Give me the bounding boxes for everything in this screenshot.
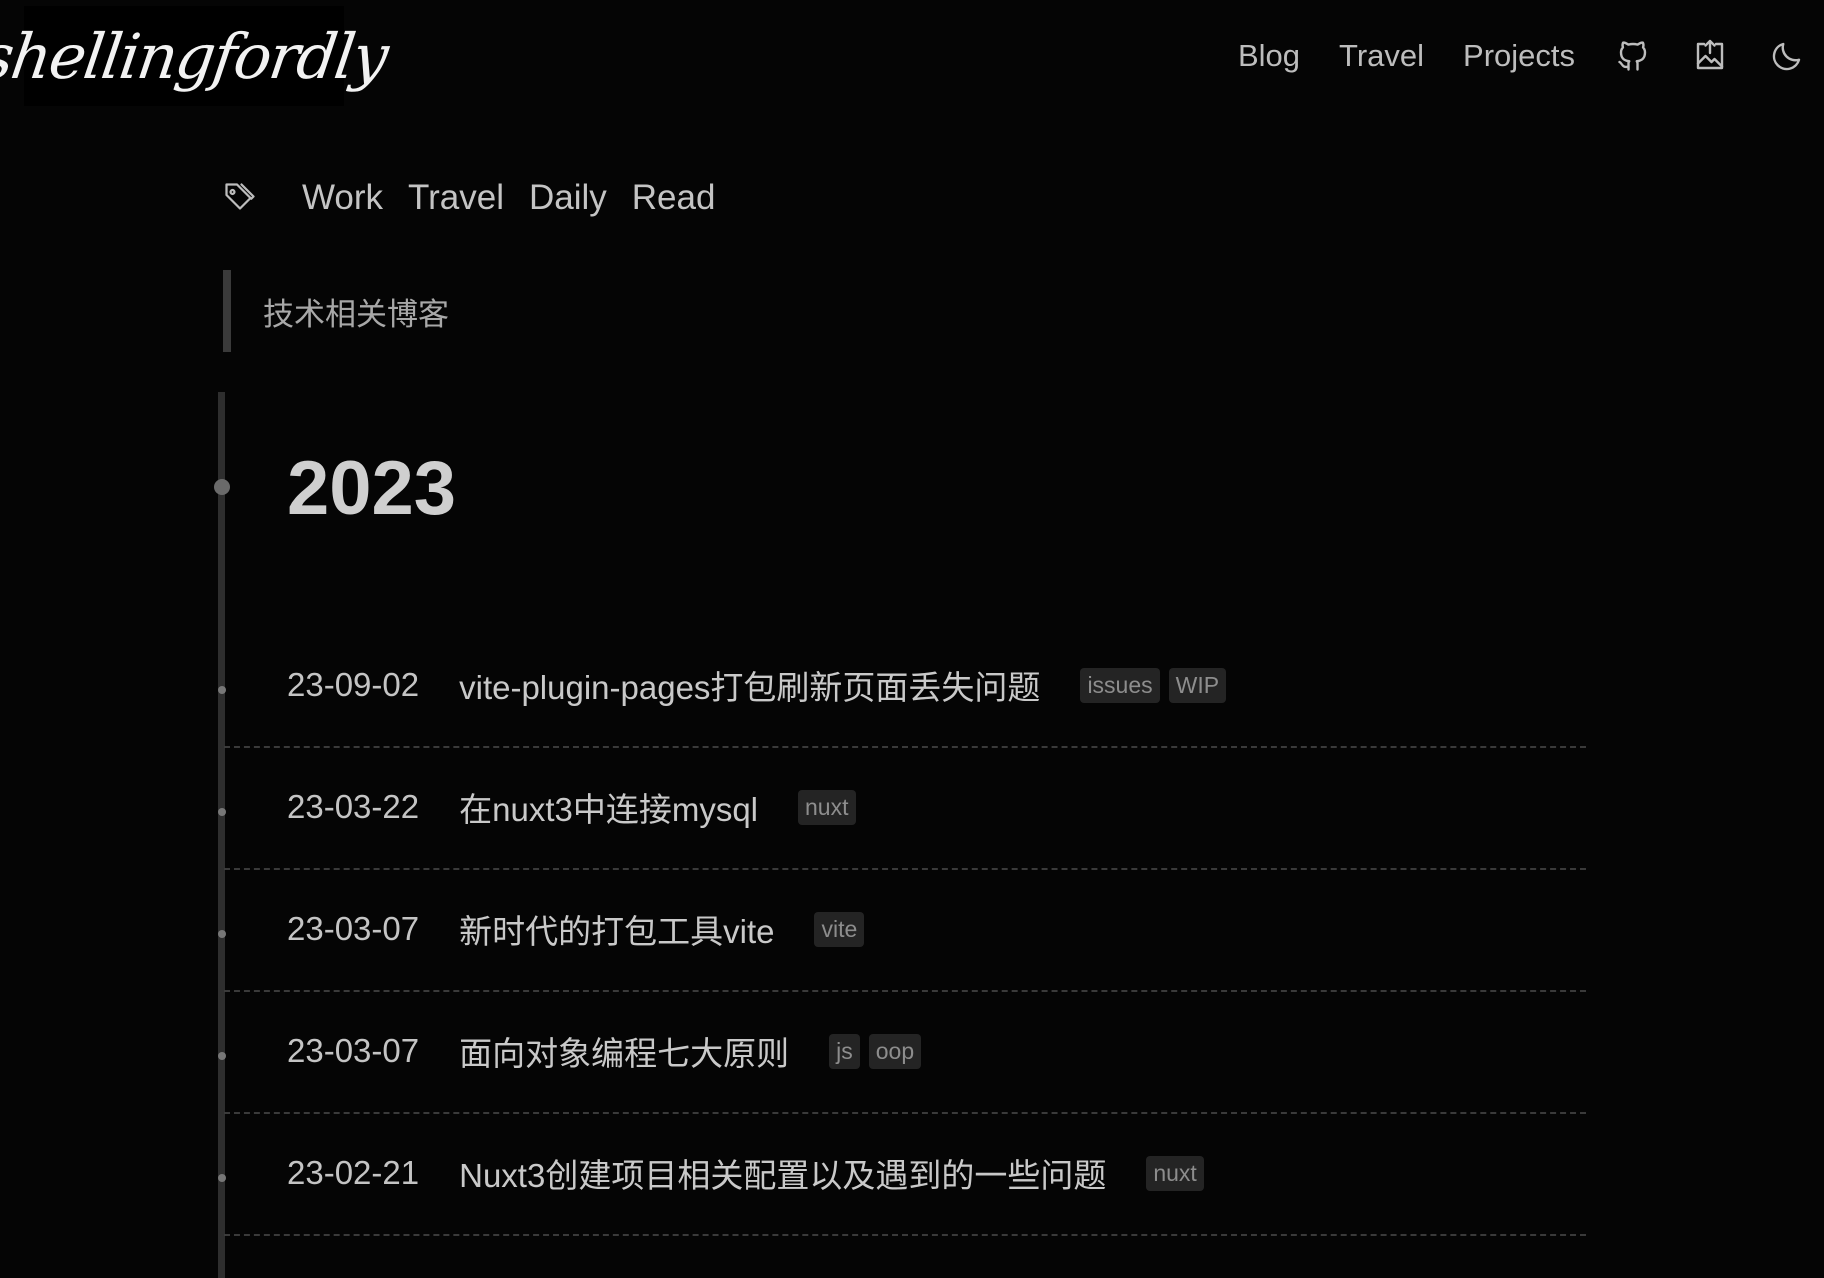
tag-read[interactable]: Read	[632, 178, 716, 218]
page: shellingfordly Blog Travel Projects Work…	[0, 0, 1824, 1278]
tag-travel[interactable]: Travel	[408, 178, 504, 218]
post-title: 新时代的打包工具vite	[459, 913, 775, 950]
post-item[interactable]: 23-03-07 面向对象编程七大原则 js oop	[218, 992, 1586, 1114]
post-title: Nuxt3创建项目相关配置以及遇到的一些问题	[459, 1157, 1107, 1194]
post-title: 在nuxt3中连接mysql	[459, 791, 759, 828]
post-link[interactable]: 23-03-07 面向对象编程七大原则 js oop	[287, 1020, 930, 1082]
post-item[interactable]: 23-03-07 新时代的打包工具vite vite	[218, 870, 1586, 992]
category-description: 技术相关博客	[223, 270, 449, 352]
logo-text: shellingfordly	[0, 19, 392, 93]
post-date: 23-03-07	[287, 1032, 420, 1069]
post-tag[interactable]: js	[829, 1033, 860, 1069]
tag-daily[interactable]: Daily	[529, 178, 607, 218]
post-dot	[218, 930, 226, 938]
post-item[interactable]: 23-03-22 在nuxt3中连接mysql nuxt	[218, 748, 1586, 870]
post-item[interactable]: 23-02-21 Nuxt3创建项目相关配置以及遇到的一些问题 nuxt	[218, 1114, 1586, 1236]
post-date: 23-09-02	[287, 666, 420, 703]
post-tag[interactable]: WIP	[1168, 667, 1227, 703]
tag-work[interactable]: Work	[302, 178, 383, 218]
post-date: 23-03-07	[287, 910, 420, 947]
nav-projects[interactable]: Projects	[1463, 38, 1575, 74]
top-nav: Blog Travel Projects	[1238, 0, 1824, 112]
year-dot	[214, 479, 230, 495]
post-title: 面向对象编程七大原则	[459, 1035, 790, 1072]
post-link[interactable]: 23-02-21 Nuxt3创建项目相关配置以及遇到的一些问题 nuxt	[287, 1142, 1213, 1204]
post-dot	[218, 1052, 226, 1060]
tag-filter-bar: Work Travel Daily Read	[222, 170, 740, 226]
site-logo[interactable]: shellingfordly	[0, 6, 391, 106]
post-dot	[218, 808, 226, 816]
dark-mode-moon-icon[interactable]	[1768, 37, 1806, 75]
post-date: 23-02-21	[287, 1154, 420, 1191]
post-tag[interactable]: oop	[868, 1033, 922, 1069]
post-date: 23-03-22	[287, 788, 420, 825]
post-tag[interactable]: nuxt	[1146, 1155, 1204, 1191]
post-tag[interactable]: vite	[814, 911, 865, 947]
post-dot	[218, 686, 226, 694]
post-dot	[218, 1174, 226, 1182]
nav-travel[interactable]: Travel	[1339, 38, 1424, 74]
github-icon[interactable]	[1614, 37, 1652, 75]
post-link[interactable]: 23-03-07 新时代的打包工具vite vite	[287, 898, 873, 960]
post-item[interactable]: 23-09-02 vite-plugin-pages打包刷新页面丢失问题 iss…	[218, 626, 1586, 748]
year-heading: 2023	[287, 446, 457, 531]
post-tag[interactable]: nuxt	[798, 789, 856, 825]
nav-blog[interactable]: Blog	[1238, 38, 1300, 74]
post-link[interactable]: 23-09-02 vite-plugin-pages打包刷新页面丢失问题 iss…	[287, 654, 1235, 716]
description-text: 技术相关博客	[263, 296, 449, 332]
tag-icon	[222, 178, 262, 218]
post-title: vite-plugin-pages打包刷新页面丢失问题	[459, 669, 1041, 706]
post-tag[interactable]: issues	[1080, 667, 1160, 703]
photos-icon[interactable]	[1691, 37, 1729, 75]
post-link[interactable]: 23-03-22 在nuxt3中连接mysql nuxt	[287, 776, 865, 838]
